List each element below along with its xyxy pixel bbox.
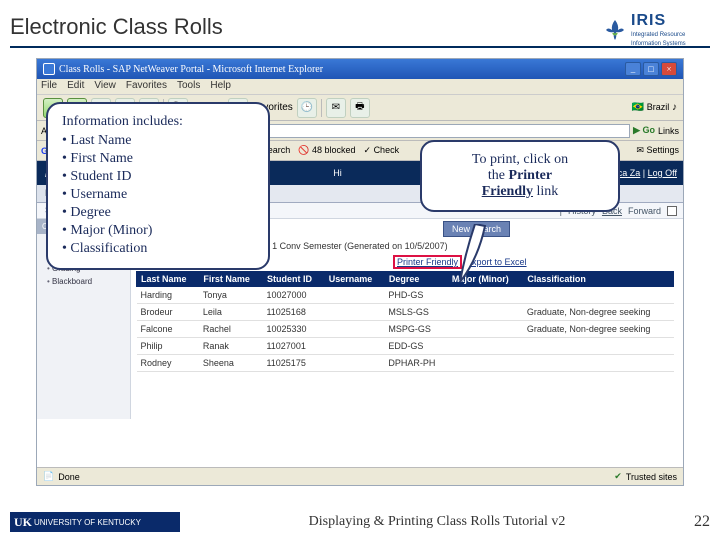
window-title: Class Rolls - SAP NetWeaver Portal - Mic… <box>59 64 323 75</box>
sidebar-item-blackboard[interactable]: Blackboard <box>37 275 130 288</box>
callout-print: To print, click on the Printer Friendly … <box>420 140 620 212</box>
expand-icon[interactable] <box>667 206 677 216</box>
window-titlebar: Class Rolls - SAP NetWeaver Portal - Mic… <box>37 59 683 79</box>
lock-icon: ✔ <box>614 471 622 482</box>
printer-friendly-link[interactable]: Printer Friendly <box>397 257 458 267</box>
print-button[interactable]: 🖶 <box>350 98 370 118</box>
menu-edit[interactable]: Edit <box>67 80 84 93</box>
minimize-button[interactable]: _ <box>625 62 641 76</box>
page-icon: 📄 <box>43 471 54 482</box>
links-button[interactable]: Links <box>658 126 679 136</box>
table-row: HardingTonya10027000PHD-GS <box>137 287 674 304</box>
google-settings[interactable]: ✉ Settings <box>636 145 679 156</box>
iris-flower-icon <box>602 17 628 43</box>
table-row: FalconeRachel10025330MSPG-GSGraduate, No… <box>137 321 674 338</box>
table-header: Last Name <box>137 272 199 287</box>
status-text: Done <box>58 472 80 482</box>
menu-favorites[interactable]: Favorites <box>126 80 167 93</box>
table-header: First Name <box>199 272 263 287</box>
iris-text: IRIS <box>631 13 686 29</box>
table-header: Degree <box>384 272 447 287</box>
popup-blocked[interactable]: 🚫 48 blocked <box>298 145 355 156</box>
table-row: RodneySheena11025175DPHAR-PH <box>137 355 674 372</box>
mail-button[interactable]: ✉ <box>326 98 346 118</box>
brazil-flag-icon: 🇧🇷 Brazil ♪ <box>631 102 677 113</box>
callout-info-includes: Information includes: Last NameFirst Nam… <box>46 102 270 270</box>
footer-title: Displaying & Printing Class Rolls Tutori… <box>180 514 694 530</box>
uky-logo: UK UNIVERSITY OF KENTUCKY <box>10 512 180 532</box>
forward-link[interactable]: Forward <box>628 206 661 216</box>
menu-file[interactable]: File <box>41 80 57 93</box>
menu-help[interactable]: Help <box>210 80 231 93</box>
iris-subtext: Integrated Resource Information Systems <box>631 32 686 47</box>
table-row: BrodeurLeila11025168MSLS-GSGraduate, Non… <box>137 304 674 321</box>
page-number: 22 <box>694 513 710 531</box>
status-bar: 📄 Done ✔ Trusted sites <box>37 467 683 485</box>
logoff-link[interactable]: Log Off <box>648 168 677 178</box>
menubar: File Edit View Favorites Tools Help <box>37 79 683 95</box>
zone-label: Trusted sites <box>626 472 677 482</box>
table-row: PhilipRanak11027001EDD-GS <box>137 338 674 355</box>
spellcheck[interactable]: ✓ Check <box>364 145 400 156</box>
table-header: Classification <box>523 272 674 287</box>
table-header: Username <box>324 272 384 287</box>
go-button[interactable]: ▶ Go <box>633 125 655 136</box>
history-button[interactable]: 🕒 <box>297 98 317 118</box>
menu-view[interactable]: View <box>94 80 116 93</box>
iris-logo: IRIS Integrated Resource Information Syst… <box>602 14 696 46</box>
table-header: Student ID <box>262 272 324 287</box>
menu-tools[interactable]: Tools <box>177 80 200 93</box>
close-button[interactable]: × <box>661 62 677 76</box>
maximize-button[interactable]: □ <box>643 62 659 76</box>
ie-icon <box>43 63 55 75</box>
callout-tail-icon <box>460 224 490 284</box>
class-roll-table: Last NameFirst NameStudent IDUsernameDeg… <box>136 271 674 372</box>
